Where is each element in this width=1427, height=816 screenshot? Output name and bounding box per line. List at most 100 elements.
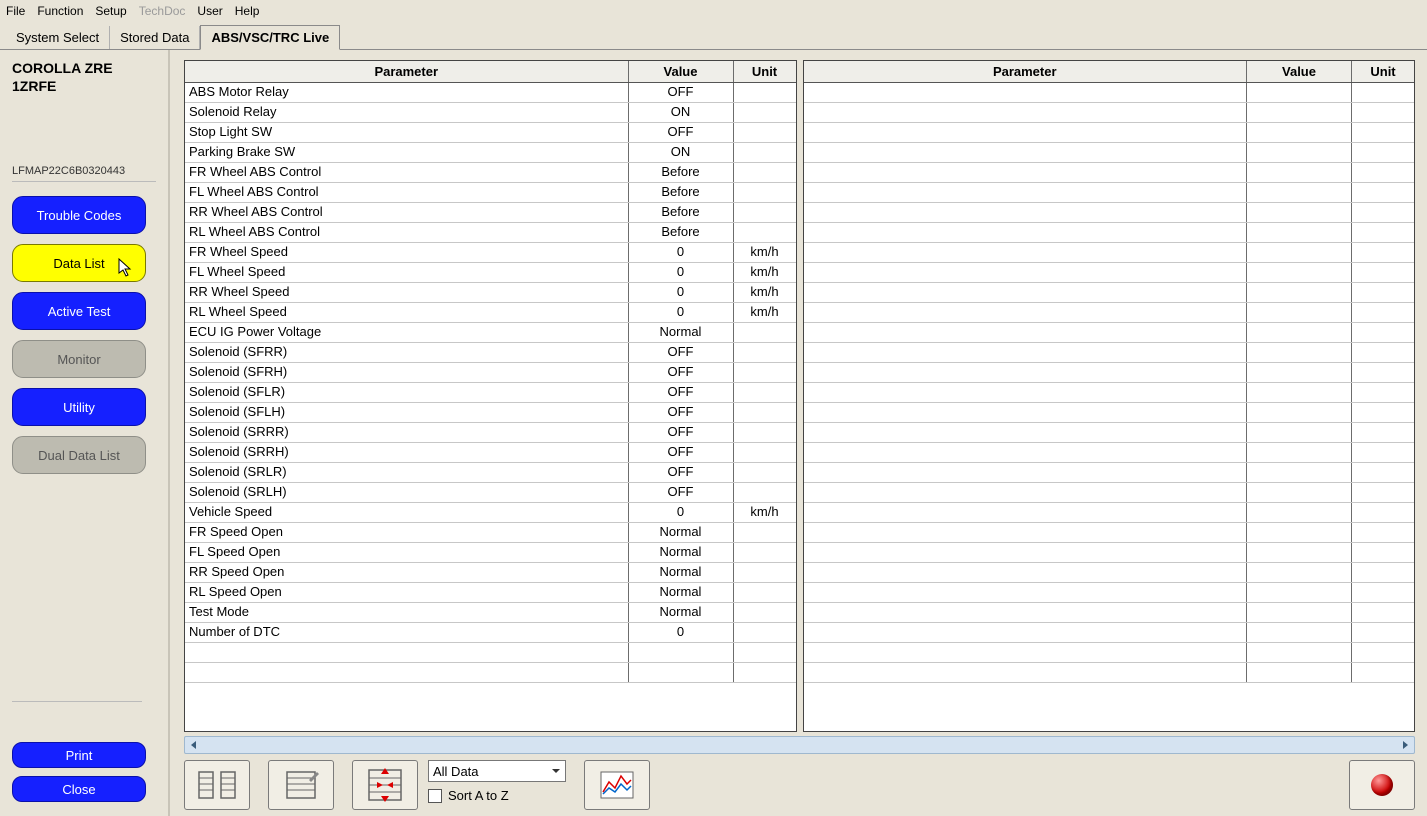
header-value[interactable]: Value — [1247, 61, 1352, 82]
table-row[interactable] — [804, 503, 1415, 523]
cell-value: Normal — [629, 523, 734, 542]
data-list-button[interactable]: Data List — [12, 244, 146, 282]
scroll-left-icon[interactable] — [187, 738, 201, 752]
table-row[interactable]: RL Speed OpenNormal — [185, 583, 796, 603]
table-row[interactable] — [804, 443, 1415, 463]
table-row[interactable] — [804, 423, 1415, 443]
table-row[interactable]: Stop Light SWOFF — [185, 123, 796, 143]
table-row[interactable]: FL Wheel Speed0km/h — [185, 263, 796, 283]
table-row[interactable] — [804, 143, 1415, 163]
table-row[interactable] — [804, 103, 1415, 123]
table-row[interactable]: FR Speed OpenNormal — [185, 523, 796, 543]
cell-param: Test Mode — [185, 603, 629, 622]
table-row[interactable]: Solenoid (SRLR)OFF — [185, 463, 796, 483]
cell-value: Before — [629, 203, 734, 222]
table-row[interactable]: RR Wheel Speed0km/h — [185, 283, 796, 303]
table-row[interactable] — [804, 163, 1415, 183]
horizontal-scrollbar[interactable] — [184, 736, 1415, 754]
table-row[interactable] — [804, 243, 1415, 263]
close-button[interactable]: Close — [12, 776, 146, 802]
table-row[interactable]: FR Wheel Speed0km/h — [185, 243, 796, 263]
bottom-buttons: Print Close — [12, 742, 156, 802]
table-row[interactable]: Solenoid (SRRH)OFF — [185, 443, 796, 463]
table-row[interactable]: Parking Brake SWON — [185, 143, 796, 163]
table-row[interactable]: FL Speed OpenNormal — [185, 543, 796, 563]
table-row[interactable]: Solenoid (SFLR)OFF — [185, 383, 796, 403]
tab-system-select[interactable]: System Select — [6, 26, 110, 49]
cell-unit — [734, 183, 796, 202]
header-parameter[interactable]: Parameter — [804, 61, 1248, 82]
sort-checkbox[interactable]: Sort A to Z — [428, 788, 566, 803]
table-row[interactable] — [804, 83, 1415, 103]
table-row[interactable] — [804, 203, 1415, 223]
header-value[interactable]: Value — [629, 61, 734, 82]
cell-param: ABS Motor Relay — [185, 83, 629, 102]
select-columns-button[interactable] — [184, 760, 250, 810]
table-row[interactable]: Solenoid (SRRR)OFF — [185, 423, 796, 443]
table-row[interactable]: ECU IG Power VoltageNormal — [185, 323, 796, 343]
table-row[interactable] — [804, 403, 1415, 423]
graph-button[interactable] — [584, 760, 650, 810]
expand-collapse-button[interactable] — [352, 760, 418, 810]
table-row[interactable] — [804, 303, 1415, 323]
menu-setup[interactable]: Setup — [95, 4, 126, 18]
tab-live-data[interactable]: ABS/VSC/TRC Live — [200, 25, 340, 50]
trouble-codes-button[interactable]: Trouble Codes — [12, 196, 146, 234]
table-row[interactable]: Vehicle Speed0km/h — [185, 503, 796, 523]
table-row[interactable] — [185, 643, 796, 663]
menu-user[interactable]: User — [197, 4, 222, 18]
table-row[interactable] — [185, 663, 796, 683]
table-row[interactable]: ABS Motor RelayOFF — [185, 83, 796, 103]
table-row[interactable] — [804, 323, 1415, 343]
table-row[interactable]: Solenoid (SFRH)OFF — [185, 363, 796, 383]
record-button[interactable] — [1349, 760, 1415, 810]
active-test-button[interactable]: Active Test — [12, 292, 146, 330]
table-row[interactable]: FR Wheel ABS ControlBefore — [185, 163, 796, 183]
utility-button[interactable]: Utility — [12, 388, 146, 426]
table-row[interactable] — [804, 523, 1415, 543]
table-row[interactable] — [804, 263, 1415, 283]
cell-value: 0 — [629, 243, 734, 262]
header-unit[interactable]: Unit — [734, 61, 796, 82]
table-row[interactable]: Solenoid RelayON — [185, 103, 796, 123]
table-row[interactable]: RR Wheel ABS ControlBefore — [185, 203, 796, 223]
table-row[interactable]: Solenoid (SFRR)OFF — [185, 343, 796, 363]
table-row[interactable] — [804, 663, 1415, 683]
tab-stored-data[interactable]: Stored Data — [110, 26, 200, 49]
table-row[interactable] — [804, 183, 1415, 203]
header-unit[interactable]: Unit — [1352, 61, 1414, 82]
table-row[interactable] — [804, 283, 1415, 303]
table-row[interactable] — [804, 463, 1415, 483]
table-row[interactable] — [804, 383, 1415, 403]
table-row[interactable] — [804, 623, 1415, 643]
menu-file[interactable]: File — [6, 4, 25, 18]
table-row[interactable] — [804, 543, 1415, 563]
header-parameter[interactable]: Parameter — [185, 61, 629, 82]
table-row[interactable] — [804, 223, 1415, 243]
table-row[interactable] — [804, 603, 1415, 623]
print-button[interactable]: Print — [12, 742, 146, 768]
table-row[interactable] — [804, 643, 1415, 663]
table-row[interactable]: Test ModeNormal — [185, 603, 796, 623]
table-row[interactable]: Solenoid (SFLH)OFF — [185, 403, 796, 423]
table-row[interactable] — [804, 563, 1415, 583]
table-row[interactable] — [804, 583, 1415, 603]
table-row[interactable]: FL Wheel ABS ControlBefore — [185, 183, 796, 203]
menu-help[interactable]: Help — [235, 4, 260, 18]
table-row[interactable] — [804, 123, 1415, 143]
table-row[interactable]: RL Wheel ABS ControlBefore — [185, 223, 796, 243]
table-row[interactable]: RL Wheel Speed0km/h — [185, 303, 796, 323]
table-row[interactable]: RR Speed OpenNormal — [185, 563, 796, 583]
table-row[interactable] — [804, 363, 1415, 383]
dual-data-list-button: Dual Data List — [12, 436, 146, 474]
select-items-button[interactable] — [268, 760, 334, 810]
table-row[interactable] — [804, 343, 1415, 363]
scroll-right-icon[interactable] — [1398, 738, 1412, 752]
menu-function[interactable]: Function — [37, 4, 83, 18]
table-row[interactable]: Solenoid (SRLH)OFF — [185, 483, 796, 503]
table-row[interactable]: Number of DTC0 — [185, 623, 796, 643]
cell-param: FR Wheel ABS Control — [185, 163, 629, 182]
cell-param: Solenoid (SFLR) — [185, 383, 629, 402]
table-row[interactable] — [804, 483, 1415, 503]
filter-select[interactable]: All Data — [428, 760, 566, 782]
